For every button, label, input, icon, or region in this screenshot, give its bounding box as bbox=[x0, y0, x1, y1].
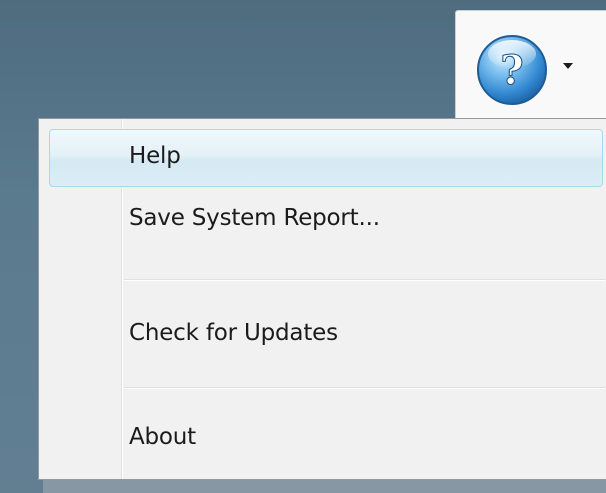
caret-down-icon bbox=[563, 63, 573, 69]
menu-separator bbox=[124, 387, 605, 389]
menu-item-label: Help bbox=[129, 143, 181, 169]
menu-item-label: About bbox=[129, 424, 197, 450]
menu-item-label: Save System Report... bbox=[129, 205, 380, 231]
menu-item-save-system-report[interactable]: Save System Report... bbox=[39, 195, 605, 265]
svg-text:?: ? bbox=[500, 47, 523, 94]
menu-item-about[interactable]: About bbox=[39, 409, 605, 479]
menu-item-check-for-updates[interactable]: Check for Updates bbox=[39, 297, 605, 377]
help-dropdown-menu: Help Save System Report... Check for Upd… bbox=[38, 118, 606, 480]
help-question-icon: ? bbox=[477, 35, 547, 105]
menu-separator bbox=[124, 279, 605, 281]
menu-item-label: Check for Updates bbox=[129, 320, 338, 346]
menu-item-help[interactable]: Help bbox=[39, 129, 605, 189]
help-menu-button[interactable]: ? bbox=[472, 28, 594, 116]
